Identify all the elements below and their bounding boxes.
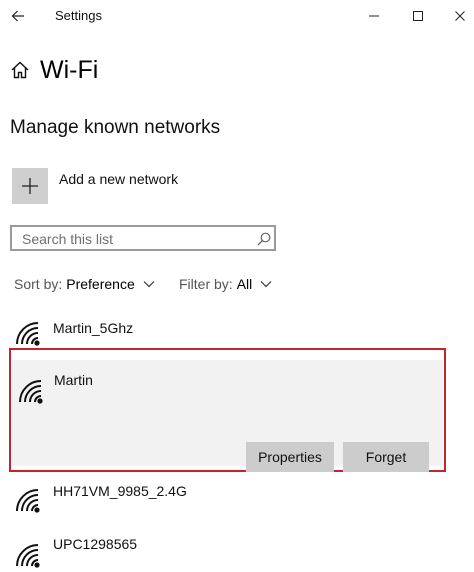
- page-title: Wi-Fi: [40, 55, 99, 84]
- close-icon: [455, 11, 465, 21]
- network-item-selected[interactable]: Martin Properties Forget: [12, 360, 443, 472]
- filter-dropdown[interactable]: Filter by: All: [179, 276, 272, 292]
- section-title: Manage known networks: [10, 117, 221, 138]
- minimize-icon: [369, 15, 379, 17]
- back-button[interactable]: [4, 2, 32, 30]
- sort-label: Sort by:: [14, 276, 63, 292]
- chevron-down-icon: [260, 281, 272, 288]
- wifi-icon: [16, 544, 40, 568]
- forget-button[interactable]: Forget: [343, 442, 429, 472]
- minimize-button[interactable]: [360, 2, 388, 30]
- network-name: Martin_5Ghz: [53, 320, 134, 336]
- maximize-button[interactable]: [404, 2, 432, 30]
- plus-icon: [22, 178, 38, 194]
- filter-label: Filter by:: [179, 276, 233, 292]
- network-name: HH71VM_9985_2.4G: [53, 483, 187, 499]
- page-header: Wi-Fi: [10, 55, 98, 85]
- add-network-button[interactable]: [12, 168, 48, 204]
- network-item[interactable]: UPC1298565: [0, 532, 474, 572]
- add-network-label[interactable]: Add a new network: [59, 171, 178, 187]
- sort-dropdown[interactable]: Sort by: Preference: [14, 276, 155, 292]
- chevron-down-icon: [143, 281, 155, 288]
- search-box[interactable]: [10, 225, 276, 251]
- network-name: UPC1298565: [53, 536, 138, 552]
- network-name: Martin: [54, 372, 93, 388]
- search-icon[interactable]: [256, 231, 272, 247]
- wifi-icon: [19, 380, 43, 404]
- home-icon[interactable]: [10, 60, 30, 80]
- app-title: Settings: [55, 8, 102, 23]
- wifi-icon: [16, 322, 40, 346]
- network-item[interactable]: HH71VM_9985_2.4G: [0, 478, 474, 518]
- back-arrow-icon: [11, 10, 24, 22]
- search-input[interactable]: [22, 231, 242, 247]
- selected-network-highlight: Martin Properties Forget: [9, 348, 446, 472]
- filter-value: All: [236, 276, 253, 292]
- maximize-icon: [413, 11, 423, 21]
- wifi-icon: [16, 489, 40, 513]
- network-item[interactable]: Martin_5Ghz: [0, 312, 474, 348]
- sort-value: Preference: [66, 276, 135, 292]
- title-bar: Settings: [0, 0, 474, 32]
- close-button[interactable]: [446, 2, 474, 30]
- properties-button[interactable]: Properties: [246, 442, 334, 472]
